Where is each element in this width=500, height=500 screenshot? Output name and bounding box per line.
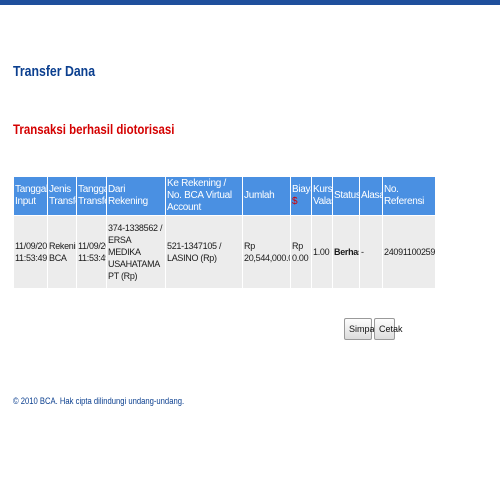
cell-dari-rekening: 374-1338562 / ERSA MEDIKA USAHATAMA PT (… [107, 216, 165, 288]
column-header-kurs-valas: Kurs Valas [312, 177, 332, 215]
cell-alasan: - [360, 216, 382, 288]
column-header-alasan: Alasan [360, 177, 382, 215]
cell-biaya: Rp 0.00 [291, 216, 311, 288]
copyright-footer: © 2010 BCA. Hak cipta dilindungi undang-… [13, 396, 185, 406]
table-header-row: Tanggal Input Jenis Transfer Tanggal Tra… [14, 177, 435, 215]
column-header-jumlah: Jumlah [243, 177, 290, 215]
column-header-dari-rekening: Dari Rekening [107, 177, 165, 215]
cell-ke-rekening: 521-1347105 / LASINO (Rp) [166, 216, 242, 288]
biaya-marker: $ [292, 196, 298, 207]
print-button[interactable]: Cetak [374, 318, 403, 340]
cell-kurs-valas: 1.00 [312, 216, 332, 288]
table-row: 11/09/2024 11:53:49 Rekening BCA 11/09/2… [14, 216, 435, 288]
column-header-status: Status [333, 177, 359, 215]
cell-tanggal-input: 11/09/2024 11:53:49 [14, 216, 47, 288]
column-header-ke-rekening: Ke Rekening / No. BCA Virtual Account [166, 177, 242, 215]
column-header-tanggal-input: Tanggal Input [14, 177, 47, 215]
biaya-label: Biaya [292, 184, 311, 195]
column-header-jenis-transfer: Jenis Transfer [48, 177, 76, 215]
save-button[interactable]: Simpan [344, 318, 380, 340]
cell-tanggal-transfer: 11/09/2024 11:53:49 [77, 216, 106, 288]
cell-jenis-transfer: Rekening BCA [48, 216, 76, 288]
cell-jumlah: Rp 20,544,000.00 [243, 216, 290, 288]
top-header-bar [0, 0, 500, 5]
column-header-tanggal-transfer: Tanggal Transfer [77, 177, 106, 215]
page-title: Transfer Dana [13, 63, 96, 80]
cell-no-referensi: 24091100259443 [383, 216, 435, 288]
cell-status: Berhasil [333, 216, 359, 288]
column-header-no-referensi: No. Referensi [383, 177, 435, 215]
transaction-table: Tanggal Input Jenis Transfer Tanggal Tra… [13, 176, 436, 289]
column-header-biaya: Biaya$ [291, 177, 311, 215]
authorization-status-message: Transaksi berhasil diotorisasi [13, 121, 175, 137]
